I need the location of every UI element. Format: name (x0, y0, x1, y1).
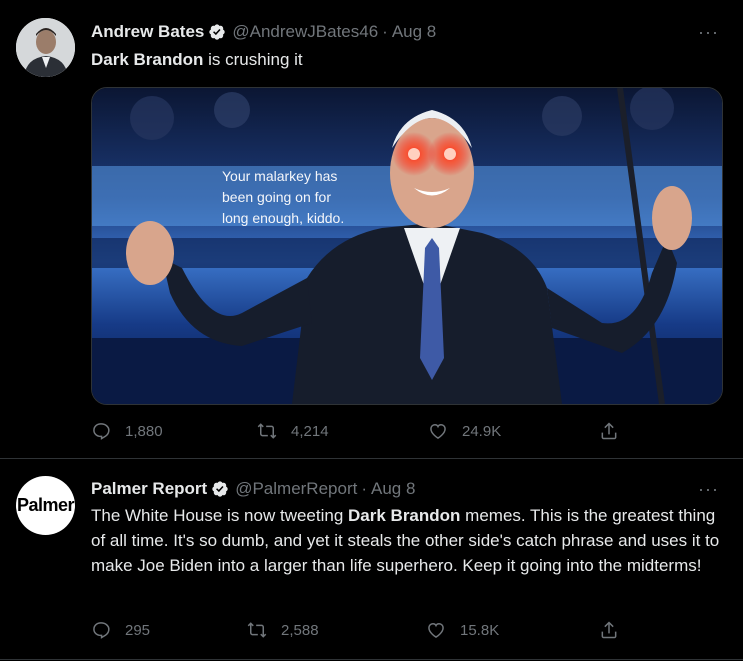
retweet-count: 2,588 (281, 621, 319, 639)
separator-dot: · (382, 22, 388, 41)
tweet[interactable]: Palmer Palmer Report @PalmerReport · Aug… (0, 459, 743, 661)
bold-text: Dark Brandon (91, 50, 204, 69)
like-icon (430, 423, 446, 439)
meme-image (92, 88, 722, 404)
author-name[interactable]: Palmer Report (91, 479, 207, 499)
reply-count: 1,880 (125, 422, 163, 440)
image-caption: Your malarkey has been going on for long… (222, 166, 382, 229)
tweet-date[interactable]: Aug 8 (392, 22, 436, 42)
tweet-header: Andrew Bates @AndrewJBates46 · Aug 8 (91, 22, 436, 42)
tweet-text: Dark Brandon is crushing it (91, 47, 731, 72)
verified-badge-icon (212, 481, 228, 497)
tweet-actions: 295 2,588 15.8K (91, 620, 631, 644)
caption-line: been going on for (222, 189, 331, 205)
reply-icon (93, 622, 110, 639)
caption-line: Your malarkey has (222, 168, 338, 184)
share-icon (601, 621, 617, 639)
share-icon (601, 422, 617, 440)
author-handle[interactable]: @AndrewJBates46 (232, 22, 378, 42)
avatar-photo (16, 18, 75, 77)
like-icon (428, 622, 444, 638)
bold-text: Dark Brandon (348, 506, 461, 525)
like-button[interactable]: 24.9K (428, 421, 501, 441)
tweet-date[interactable]: Aug 8 (371, 479, 415, 499)
like-button[interactable]: 15.8K (426, 620, 499, 640)
tweet-actions: 1,880 4,214 24.9K (91, 421, 631, 445)
reply-button[interactable]: 295 (91, 620, 150, 640)
share-button[interactable] (599, 620, 633, 640)
tweet-image[interactable]: Your malarkey has been going on for long… (91, 87, 723, 405)
tweet[interactable]: Andrew Bates @AndrewJBates46 · Aug 8 ···… (0, 0, 743, 458)
bottom-divider (0, 659, 743, 660)
tweet-text: The White House is now tweeting Dark Bra… (91, 503, 731, 578)
text-rest: is crushing it (203, 50, 303, 69)
reply-count: 295 (125, 621, 151, 639)
like-count: 15.8K (460, 621, 500, 639)
avatar[interactable] (16, 18, 75, 77)
retweet-count: 4,214 (291, 422, 329, 440)
caption-line: long enough, kiddo. (222, 210, 345, 226)
retweet-button[interactable]: 2,588 (247, 620, 319, 640)
share-button[interactable] (599, 421, 633, 441)
author-handle[interactable]: @PalmerReport (235, 479, 357, 499)
author-name[interactable]: Andrew Bates (91, 22, 204, 42)
avatar-logo: Palmer (16, 495, 75, 515)
tweet-header: Palmer Report @PalmerReport · Aug 8 (91, 479, 415, 499)
verified-badge-icon (209, 24, 226, 40)
separator-dot: · (361, 479, 368, 498)
retweet-button[interactable]: 4,214 (257, 421, 329, 441)
reply-icon (93, 423, 110, 440)
text-before: The White House is now tweeting (91, 506, 349, 525)
like-count: 24.9K (462, 422, 502, 440)
reply-button[interactable]: 1,880 (91, 421, 163, 441)
retweet-icon (247, 622, 267, 638)
avatar[interactable]: Palmer (16, 476, 75, 535)
more-icon[interactable]: ··· (698, 479, 719, 500)
retweet-icon (257, 423, 277, 439)
more-icon[interactable]: ··· (698, 22, 719, 43)
